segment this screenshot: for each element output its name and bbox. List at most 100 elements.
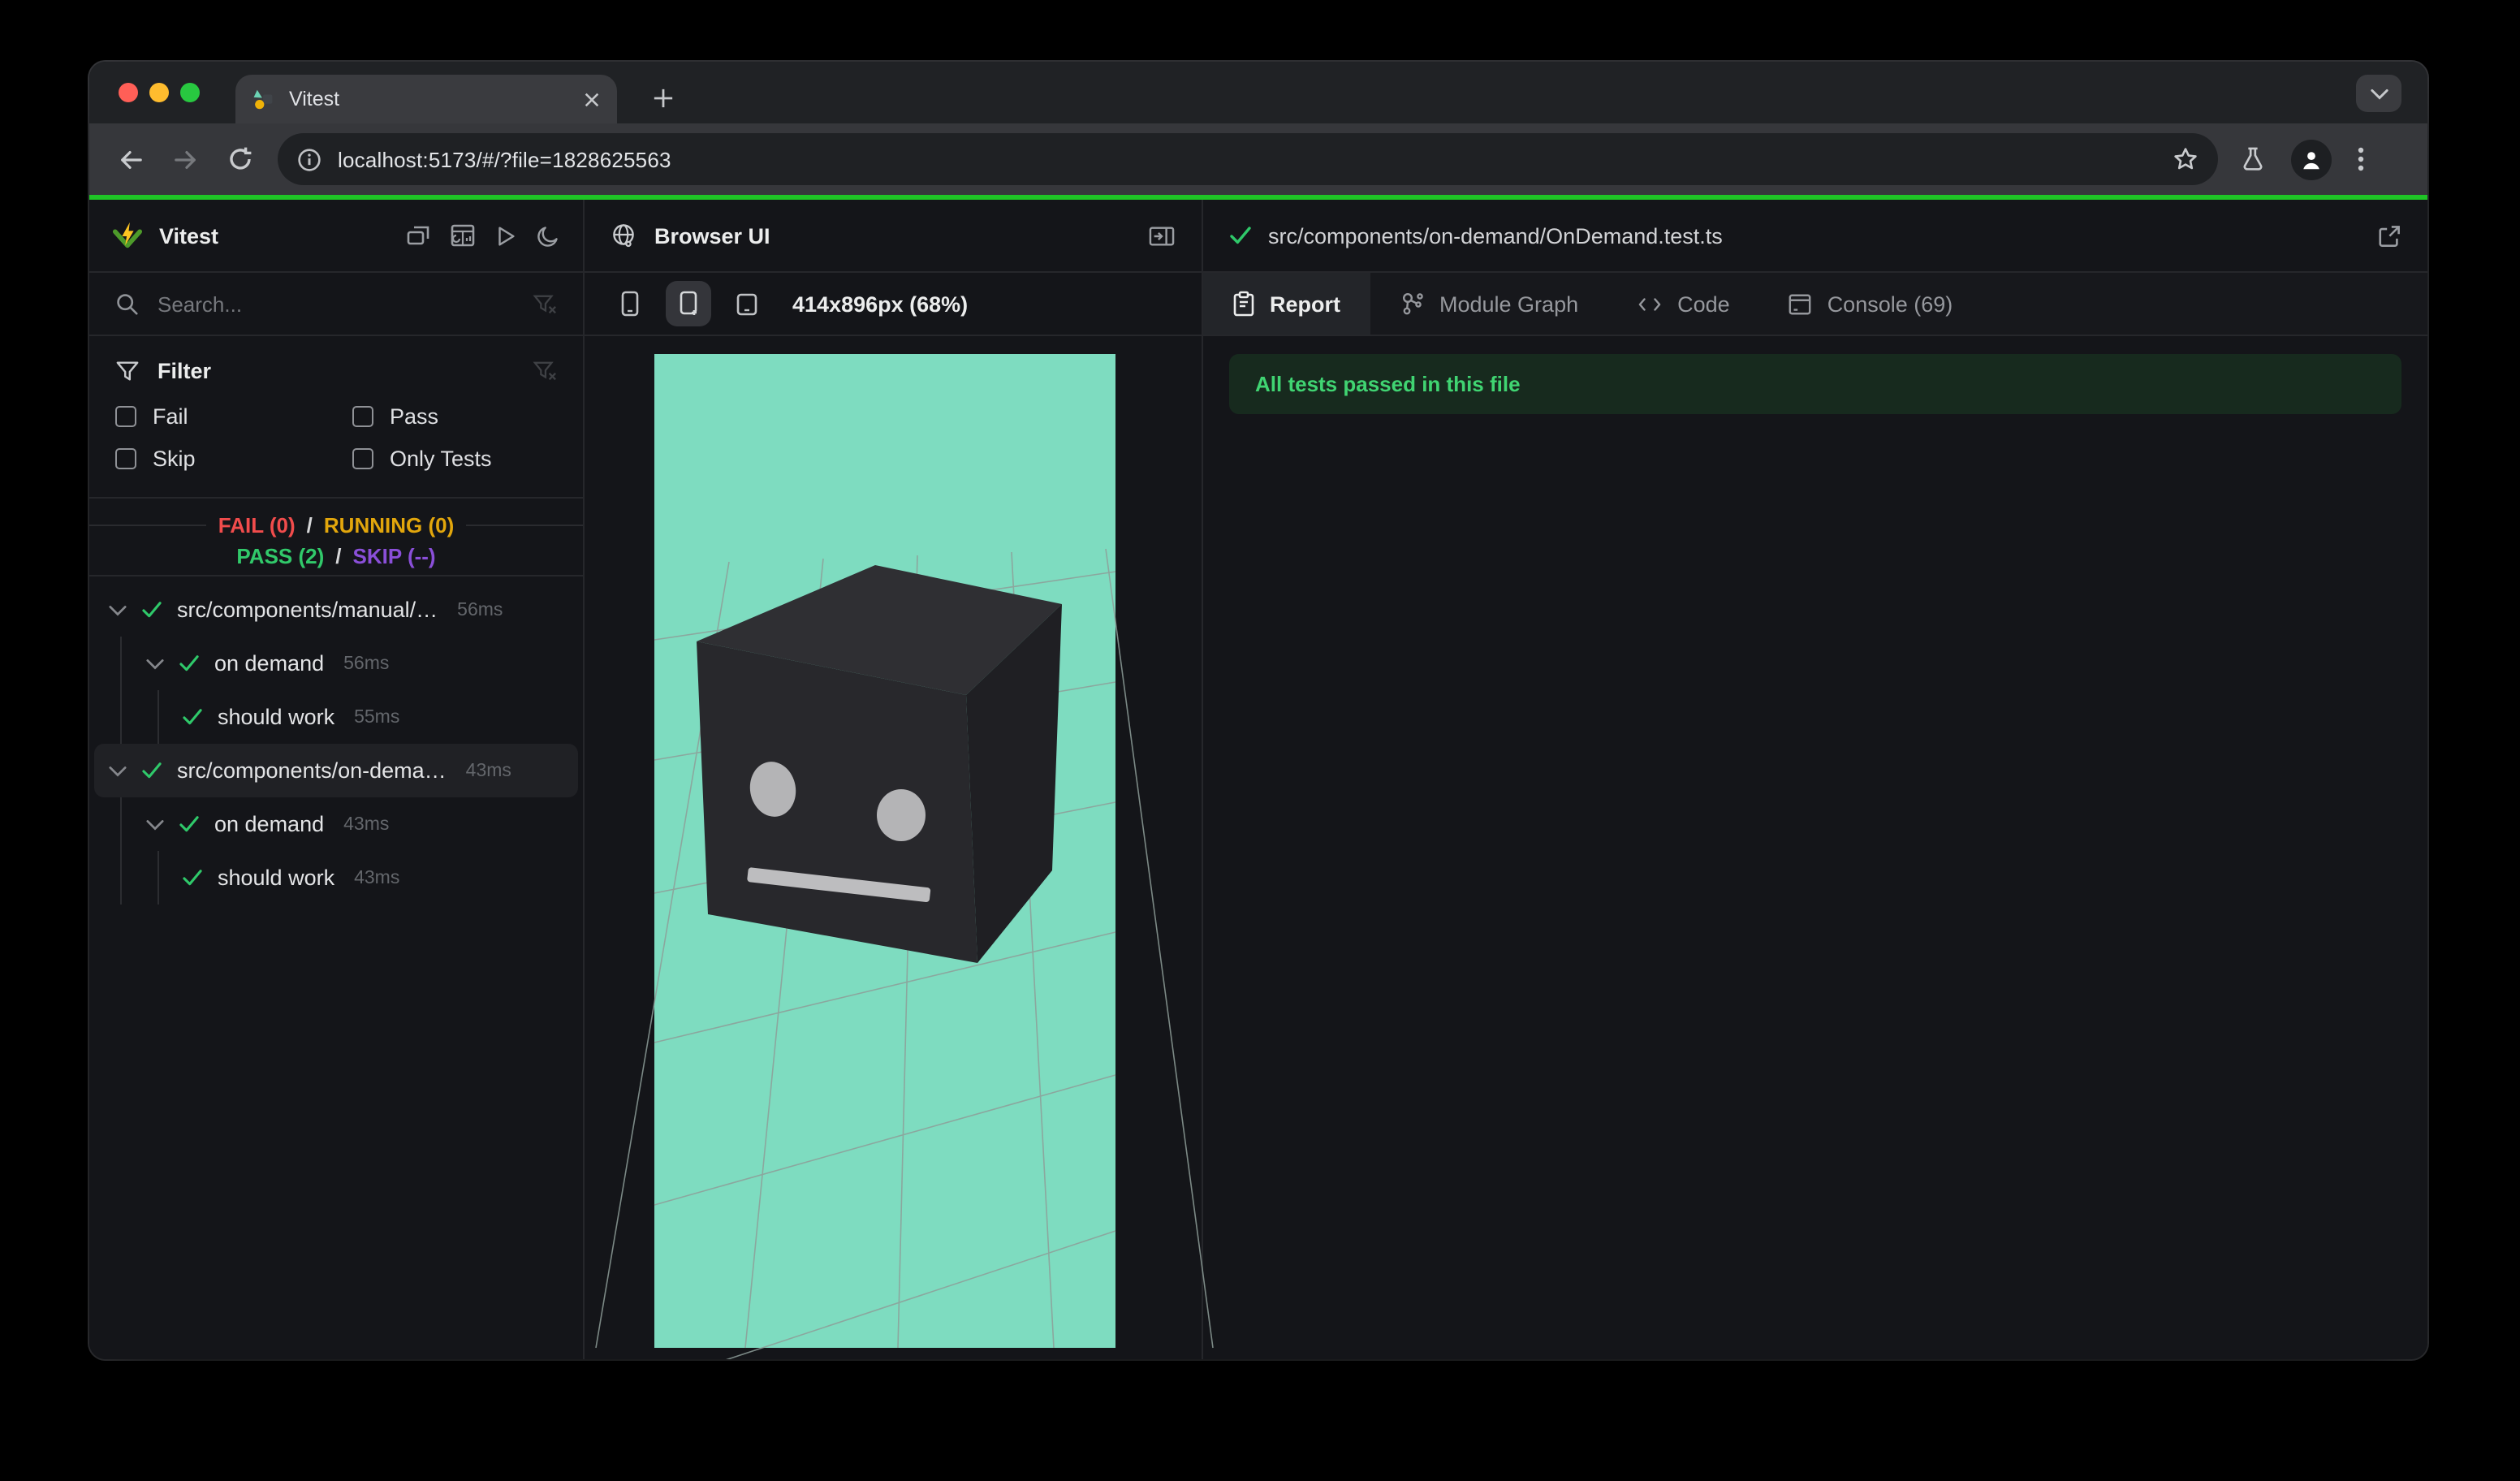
pass-count: PASS (2) (236, 544, 325, 568)
test-tree: src/components/manual/… 56ms on demand 5… (89, 583, 583, 905)
url-bar[interactable]: localhost:5173/#/?file=1828625563 (278, 133, 2218, 185)
forward-button[interactable] (158, 147, 213, 171)
browser-window: Vitest localhost:5173/#/?file=1828625563… (89, 62, 2427, 1359)
vitest-logo-icon (112, 220, 143, 251)
tree-row-test[interactable]: should work 43ms (94, 851, 578, 905)
dashboard-icon[interactable] (450, 222, 476, 248)
filter-checkbox-only-tests[interactable]: Only Tests (352, 447, 557, 471)
globe-icon (611, 222, 636, 248)
vitest-ui: Vitest Search... Filter Fail Pass Skip O… (89, 200, 2427, 1359)
browser-viewport[interactable] (595, 354, 1214, 1359)
back-button[interactable] (102, 147, 158, 171)
browser-ui-title: Browser UI (654, 223, 770, 248)
bookmark-star-icon[interactable] (2173, 146, 2199, 172)
tree-row-file-selected[interactable]: src/components/on-dema… 43ms (94, 744, 578, 797)
pass-check-icon (179, 654, 200, 672)
indent-guide (120, 797, 122, 851)
tab-search-button[interactable] (2356, 75, 2401, 112)
cube-scene-render (595, 354, 1214, 1359)
pass-check-icon (182, 869, 203, 887)
close-window-button[interactable] (119, 83, 138, 102)
indent-guide (120, 851, 122, 905)
indent-guide (120, 690, 122, 744)
report-panel: src/components/on-demand/OnDemand.test.t… (1203, 200, 2427, 1359)
profile-avatar[interactable] (2291, 139, 2332, 179)
tree-row-file[interactable]: src/components/manual/… 56ms (94, 583, 578, 637)
tab-strip: Vitest (89, 62, 2427, 123)
sidebar-header: Vitest (89, 200, 583, 273)
tree-row-suite[interactable]: on demand 56ms (94, 637, 578, 690)
tab-code[interactable]: Code (1607, 273, 1759, 335)
search-placeholder: Search... (158, 291, 243, 316)
tab-module-graph[interactable]: Module Graph (1370, 273, 1607, 335)
chevron-down-icon[interactable] (109, 603, 127, 616)
tab-close-icon[interactable] (583, 90, 601, 108)
chevron-down-icon[interactable] (146, 657, 164, 670)
browser-toolbar: localhost:5173/#/?file=1828625563 (89, 123, 2427, 195)
pass-check-icon (141, 762, 162, 779)
tab-title: Vitest (289, 88, 340, 110)
pass-check-icon (141, 601, 162, 619)
new-tab-button[interactable] (641, 76, 684, 119)
banner-text: All tests passed in this file (1255, 372, 1521, 396)
running-count: RUNNING (0) (323, 513, 455, 538)
clear-filter-icon[interactable] (533, 291, 557, 316)
filter-funnel-icon (115, 358, 140, 382)
filter-checkbox-skip[interactable]: Skip (115, 447, 352, 471)
pass-check-icon (182, 708, 203, 726)
desktop-background: Vitest localhost:5173/#/?file=1828625563… (0, 0, 2520, 1481)
run-all-play-icon[interactable] (494, 223, 518, 248)
module-graph-icon (1399, 291, 1425, 317)
tree-row-test[interactable]: should work 55ms (94, 690, 578, 744)
chevron-down-icon[interactable] (109, 764, 127, 777)
menu-dots-icon[interactable] (2358, 146, 2364, 172)
file-path: src/components/on-demand/OnDemand.test.t… (1268, 223, 1723, 248)
browser-tab[interactable]: Vitest (235, 75, 617, 123)
indent-guide (158, 851, 159, 905)
clear-filter-icon[interactable] (533, 358, 557, 382)
chevron-down-icon[interactable] (146, 818, 164, 831)
filter-title: Filter (158, 358, 212, 382)
fail-count: FAIL (0) (218, 513, 296, 538)
test-summary: FAIL (0) / RUNNING (0) PASS (2) / SKIP (… (89, 499, 584, 576)
url-text: localhost:5173/#/?file=1828625563 (338, 147, 671, 171)
dock-panel-icon[interactable] (1148, 223, 1176, 248)
checkbox[interactable] (115, 448, 136, 469)
report-tabs: Report Module Graph Code Console (69) (1203, 273, 2427, 336)
tab-report[interactable]: Report (1203, 273, 1370, 335)
site-info-icon[interactable] (297, 147, 321, 171)
traffic-lights (119, 83, 200, 102)
search-bar[interactable]: Search... (89, 273, 583, 336)
device-phone-icon[interactable] (607, 281, 653, 326)
checkbox[interactable] (115, 406, 136, 427)
filter-section: Filter Fail Pass Skip Only Tests (89, 336, 583, 499)
tree-row-suite[interactable]: on demand 43ms (94, 797, 578, 851)
checkbox[interactable] (352, 448, 373, 469)
minimize-window-button[interactable] (149, 83, 169, 102)
collapse-panels-icon[interactable] (406, 222, 432, 248)
console-icon (1789, 291, 1813, 316)
checkbox[interactable] (352, 406, 373, 427)
vitest-favicon-icon (252, 87, 276, 111)
dark-mode-moon-icon[interactable] (536, 223, 560, 248)
filter-checkbox-pass[interactable]: Pass (352, 404, 557, 429)
reload-button[interactable] (213, 146, 268, 172)
device-toolbar: 414x896px (68%) (585, 273, 1202, 336)
open-external-icon[interactable] (2377, 223, 2401, 248)
zoom-window-button[interactable] (180, 83, 200, 102)
sidebar: Vitest Search... Filter Fail Pass Skip O… (89, 200, 585, 1359)
device-tablet-icon[interactable] (724, 281, 770, 326)
filter-checkbox-fail[interactable]: Fail (115, 404, 352, 429)
tab-console[interactable]: Console (69) (1759, 273, 1983, 335)
viewport-size-label: 414x896px (68%) (792, 291, 969, 316)
app-title: Vitest (159, 223, 219, 248)
search-icon (115, 291, 140, 316)
file-header: src/components/on-demand/OnDemand.test.t… (1203, 200, 2427, 273)
indent-guide (158, 690, 159, 744)
indent-guide (120, 637, 122, 690)
pass-check-icon (1229, 226, 1252, 245)
device-phone-plus-button-selected[interactable] (666, 281, 711, 326)
experiments-flask-icon[interactable] (2241, 146, 2265, 172)
report-clipboard-icon (1232, 291, 1255, 317)
browser-ui-panel: Browser UI 414x896px (68%) (585, 200, 1214, 1359)
